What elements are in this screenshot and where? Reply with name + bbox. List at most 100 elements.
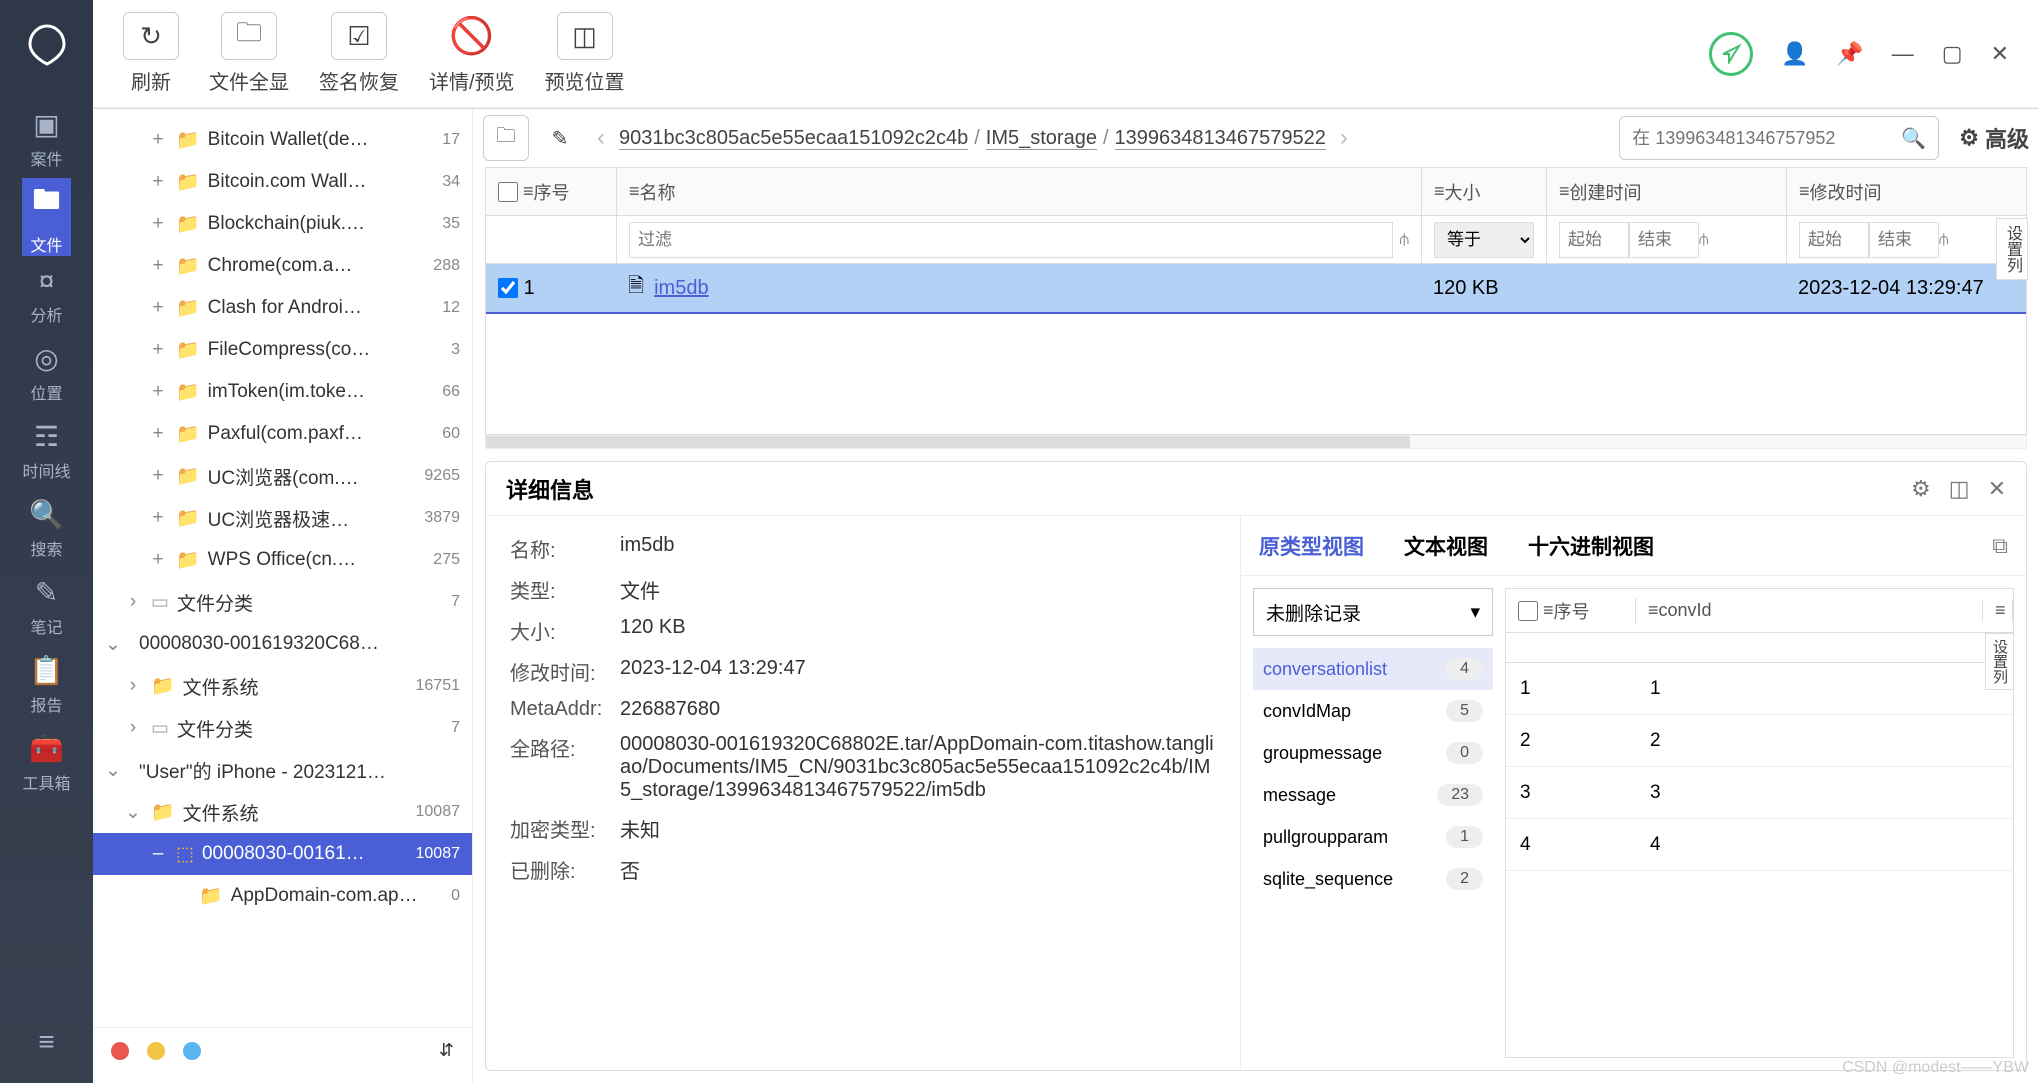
window-maximize-icon[interactable]: ▢ bbox=[1942, 41, 1963, 67]
expand-icon[interactable]: + bbox=[148, 465, 168, 487]
tab-text-view[interactable]: 文本视图 bbox=[1404, 531, 1488, 561]
tree-item[interactable]: +📁Paxful(com.paxf…60 bbox=[93, 413, 472, 455]
filter-icon[interactable]: ⫛ bbox=[1699, 231, 1709, 249]
tree-item[interactable]: +📁Bitcoin Wallet(de…17 bbox=[93, 119, 472, 161]
filter-icon[interactable]: ⫛ bbox=[1399, 231, 1409, 249]
search-icon[interactable]: 🔍 bbox=[1901, 126, 1926, 151]
tree-item[interactable]: +📁UC浏览器(com.…9265 bbox=[93, 455, 472, 497]
window-close-icon[interactable]: ✕ bbox=[1991, 41, 2009, 67]
db-select-all-checkbox[interactable] bbox=[1518, 601, 1538, 621]
expand-icon[interactable]: › bbox=[123, 675, 143, 697]
edit-icon[interactable]: ✎ bbox=[537, 115, 583, 161]
tree-item[interactable]: 📁AppDomain-com.ap…0 bbox=[93, 875, 472, 917]
nav-item-位置[interactable]: ◎位置 bbox=[22, 334, 70, 412]
dot-red-icon[interactable] bbox=[111, 1042, 129, 1060]
tree-item[interactable]: +📁UC浏览器极速…3879 bbox=[93, 497, 472, 539]
tree-item[interactable]: +📁FileCompress(co…3 bbox=[93, 329, 472, 371]
toolbar-详情/预览[interactable]: 🚫详情/预览 bbox=[429, 12, 515, 95]
filter-mtime-start[interactable] bbox=[1799, 222, 1869, 258]
nav-item-案件[interactable]: ▣案件 bbox=[22, 100, 70, 178]
folder-icon[interactable]: 🗀 bbox=[483, 115, 529, 161]
nav-forward-icon[interactable]: › bbox=[1334, 124, 1354, 152]
nav-item-工具箱[interactable]: 🧰工具箱 bbox=[22, 724, 70, 802]
row-filename[interactable]: im5db bbox=[654, 277, 708, 300]
tree-item[interactable]: +📁Chrome(com.a…288 bbox=[93, 245, 472, 287]
pin-icon[interactable]: 📌 bbox=[1836, 41, 1863, 67]
breadcrumb-segment[interactable]: IM5_storage bbox=[986, 127, 1097, 150]
db-table-item[interactable]: convIdMap5 bbox=[1253, 690, 1493, 732]
expand-icon[interactable]: + bbox=[148, 423, 168, 445]
tree-item[interactable]: ⌄"User"的 iPhone - 2023121… bbox=[93, 749, 472, 791]
nav-item-笔记[interactable]: ✎笔记 bbox=[22, 568, 70, 646]
search-box[interactable]: 🔍 bbox=[1619, 116, 1939, 160]
tree-item[interactable]: ⌄📁文件系统10087 bbox=[93, 791, 472, 833]
breadcrumb-segment[interactable]: 1399634813467579522 bbox=[1115, 127, 1326, 150]
nav-back-icon[interactable]: ‹ bbox=[591, 124, 611, 152]
breadcrumb-segment[interactable]: 9031bc3c805ac5e55ecaa151092c2c4b bbox=[619, 127, 968, 150]
expand-icon[interactable]: ⌄ bbox=[123, 801, 143, 824]
filter-icon[interactable]: ⫛ bbox=[1939, 231, 1949, 249]
db-table-item[interactable]: conversationlist4 bbox=[1253, 648, 1493, 690]
filter-ctime-start[interactable] bbox=[1559, 222, 1629, 258]
tree-item[interactable]: +📁Clash for Androi…12 bbox=[93, 287, 472, 329]
expand-icon[interactable]: + bbox=[148, 297, 168, 319]
dot-blue-icon[interactable] bbox=[183, 1042, 201, 1060]
tree-item[interactable]: +📁imToken(im.toke…66 bbox=[93, 371, 472, 413]
status-ok-icon[interactable] bbox=[1709, 32, 1753, 76]
tab-raw-view[interactable]: 原类型视图 bbox=[1259, 531, 1364, 561]
expand-icon[interactable]: + bbox=[148, 129, 168, 151]
tree-item[interactable]: +📁WPS Office(cn.…275 bbox=[93, 539, 472, 581]
tree-item[interactable]: +📁Blockchain(piuk.…35 bbox=[93, 203, 472, 245]
filter-name-input[interactable] bbox=[629, 222, 1393, 258]
filter-mtime-end[interactable] bbox=[1869, 222, 1939, 258]
sort-icon[interactable]: ⇵ bbox=[439, 1040, 454, 1061]
tab-hex-view[interactable]: 十六进制视图 bbox=[1528, 531, 1654, 561]
window-minimize-icon[interactable]: ― bbox=[1892, 41, 1914, 67]
row-checkbox[interactable] bbox=[498, 278, 518, 298]
expand-icon[interactable]: – bbox=[148, 843, 168, 865]
filter-ctime-end[interactable] bbox=[1629, 222, 1699, 258]
expand-icon[interactable]: + bbox=[148, 171, 168, 193]
user-icon[interactable]: 👤 bbox=[1781, 41, 1808, 67]
nav-item-时间线[interactable]: ☶时间线 bbox=[22, 412, 70, 490]
nav-item-分析[interactable]: ¤分析 bbox=[22, 256, 70, 334]
dot-yellow-icon[interactable] bbox=[147, 1042, 165, 1060]
expand-icon[interactable]: ⌄ bbox=[103, 759, 123, 782]
search-input[interactable] bbox=[1632, 128, 1901, 149]
table-row[interactable]: 1 🗎im5db 120 KB 2023-12-04 13:29:47 bbox=[486, 264, 2026, 314]
tree-item[interactable]: ›▭文件分类7 bbox=[93, 581, 472, 623]
nav-item-文件[interactable]: 🖿文件 bbox=[22, 178, 70, 256]
db-table-item[interactable]: pullgroupparam1 bbox=[1253, 816, 1493, 858]
record-type-select[interactable]: 未删除记录▾ bbox=[1253, 588, 1493, 636]
db-columns-settings-button[interactable]: 设置列 bbox=[1985, 633, 2014, 690]
external-link-icon[interactable]: ⧉ bbox=[1992, 533, 2008, 559]
nav-item-搜索[interactable]: 🔍搜索 bbox=[22, 490, 70, 568]
advanced-button[interactable]: ⚙ 高级 bbox=[1959, 122, 2029, 154]
expand-icon[interactable]: + bbox=[148, 213, 168, 235]
tree-item[interactable]: +📁Bitcoin.com Wall…34 bbox=[93, 161, 472, 203]
filter-size-select[interactable]: 等于 bbox=[1434, 222, 1534, 258]
expand-icon[interactable]: + bbox=[148, 381, 168, 403]
gear-icon[interactable]: ⚙ bbox=[1911, 476, 1931, 502]
toolbar-刷新[interactable]: ↻刷新 bbox=[123, 12, 179, 95]
db-table-row[interactable]: 22 bbox=[1506, 715, 2013, 767]
expand-icon[interactable]: + bbox=[148, 549, 168, 571]
db-table-item[interactable]: groupmessage0 bbox=[1253, 732, 1493, 774]
tree-item[interactable]: ›📁文件系统16751 bbox=[93, 665, 472, 707]
toolbar-预览位置[interactable]: ◫预览位置 bbox=[545, 12, 625, 95]
columns-settings-button[interactable]: 设置列 bbox=[1996, 218, 2028, 280]
expand-icon[interactable]: + bbox=[148, 507, 168, 529]
nav-item-报告[interactable]: 📋报告 bbox=[22, 646, 70, 724]
db-table-item[interactable]: message23 bbox=[1253, 774, 1493, 816]
tree-item[interactable]: ›▭文件分类7 bbox=[93, 707, 472, 749]
db-table-item[interactable]: sqlite_sequence2 bbox=[1253, 858, 1493, 900]
expand-icon[interactable]: + bbox=[148, 339, 168, 361]
db-table-row[interactable]: 33 bbox=[1506, 767, 2013, 819]
tree-item[interactable]: –⬚00008030-00161…10087 bbox=[93, 833, 472, 875]
expand-icon[interactable]: + bbox=[148, 255, 168, 277]
horizontal-scrollbar[interactable] bbox=[485, 435, 2027, 449]
db-table-row[interactable]: 11 bbox=[1506, 663, 2013, 715]
db-table-row[interactable]: 44 bbox=[1506, 819, 2013, 871]
toolbar-文件全显[interactable]: 🗀文件全显 bbox=[209, 12, 289, 95]
select-all-checkbox[interactable] bbox=[498, 182, 518, 202]
